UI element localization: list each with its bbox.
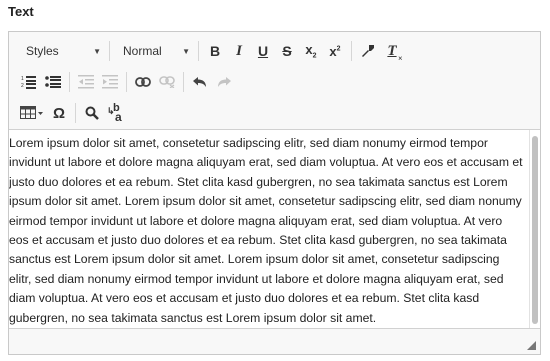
format-dropdown[interactable]: Normal ▼ [114,39,194,63]
remove-x-glyph: × [398,53,403,63]
editor-scrollbar[interactable] [529,130,540,330]
styles-dropdown[interactable]: Styles ▼ [17,39,105,63]
toolbar-row-paragraph: 1 2 [17,68,236,96]
subscript-icon: x2 [305,42,316,60]
link-icon [135,77,151,87]
editor-paragraph: Lorem ipsum dolor sit amet, consetetur s… [9,136,523,325]
remove-format-letter: T [387,42,397,59]
toolbar-separator [183,72,184,92]
replace-bottom-glyph: a [115,110,122,124]
redo-icon [218,77,231,87]
chevron-down-icon: ▼ [93,46,101,56]
underline-button[interactable]: U [251,39,275,63]
bold-icon: B [209,43,221,59]
editor-toolbar: Styles ▼ Normal ▼ B I U S x2 x2 T × 1 2 … [9,32,540,130]
link-button[interactable] [131,70,155,94]
redo-button[interactable] [212,70,236,94]
styles-dropdown-label: Styles [26,44,59,58]
increase-indent-icon [102,75,118,89]
editor-content-area[interactable]: Lorem ipsum dolor sit amet, consetetur s… [9,130,530,330]
superscript-icon: x2 [329,44,340,59]
undo-icon [193,77,206,87]
subscript-base: x [305,42,313,58]
increase-indent-button[interactable] [98,70,122,94]
bold-button[interactable]: B [203,39,227,63]
replace-button[interactable]: b ↳ a [104,101,128,125]
toolbar-separator [126,72,127,92]
remove-format-icon: T × [387,42,402,63]
toolbar-separator [109,41,110,61]
chevron-down-icon: ▼ [182,46,190,56]
find-button[interactable] [80,101,104,125]
table-button[interactable] [17,101,47,125]
unlink-icon [159,76,175,88]
subscript-button[interactable]: x2 [299,39,323,63]
subscript-index: 2 [312,52,317,60]
undo-button[interactable] [188,70,212,94]
underline-icon: U [257,43,269,59]
toolbar-separator [351,41,352,61]
resize-handle-icon[interactable] [526,340,536,350]
svg-text:2: 2 [21,83,24,89]
special-character-button[interactable]: Ω [47,101,71,125]
copy-format-button[interactable] [356,39,380,63]
bulleted-list-button[interactable] [41,70,65,94]
superscript-button[interactable]: x2 [323,39,347,63]
replace-arrow-glyph: ↳ [107,106,115,116]
decrease-indent-icon [78,75,94,89]
remove-format-button[interactable]: T × [380,39,404,63]
toolbar-row-insert: Ω b ↳ a [17,99,128,127]
toolbar-separator [75,103,76,123]
italic-icon: I [236,42,242,59]
scrollbar-thumb[interactable] [532,136,538,324]
find-icon [85,106,99,120]
replace-icon: b ↳ a [107,103,125,124]
svg-text:1: 1 [21,76,24,82]
toolbar-row-formatting: Styles ▼ Normal ▼ B I U S x2 x2 T × [17,37,404,65]
numbered-list-button[interactable]: 1 2 [17,70,41,94]
editor-statusbar [9,328,540,354]
superscript-index: 2 [336,45,341,53]
strikethrough-button[interactable]: S [275,39,299,63]
strikethrough-icon: S [282,43,292,59]
superscript-base: x [329,43,337,59]
special-character-icon: Ω [52,104,66,122]
rich-text-editor: Styles ▼ Normal ▼ B I U S x2 x2 T × 1 2 … [8,31,541,355]
italic-button[interactable]: I [227,39,251,63]
toolbar-separator [69,72,70,92]
field-label: Text [8,4,34,19]
copy-format-icon [362,45,374,57]
format-dropdown-label: Normal [123,44,162,58]
numbered-list-icon: 1 2 [21,76,36,89]
toolbar-separator [198,41,199,61]
unlink-button[interactable] [155,70,179,94]
decrease-indent-button[interactable] [74,70,98,94]
table-icon [20,106,43,119]
bulleted-list-icon [45,76,61,88]
